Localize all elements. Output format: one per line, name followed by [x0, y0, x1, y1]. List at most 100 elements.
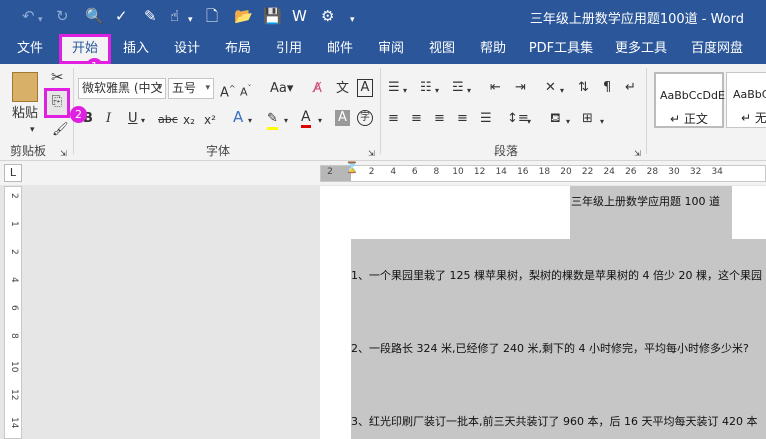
ruler-tick-label: 34	[711, 167, 723, 177]
word-icon[interactable]: W	[292, 7, 307, 25]
increase-indent-icon[interactable]: ⇥	[515, 80, 526, 96]
grow-font-icon[interactable]: A^	[220, 81, 236, 101]
line-spacing-dropdown-icon[interactable]: ▾	[527, 114, 531, 130]
chinese-layout-dropdown-icon[interactable]: ▾	[560, 83, 564, 99]
strikethrough-icon[interactable]: abc	[158, 112, 178, 128]
ruler-tick-label: 18	[538, 167, 551, 177]
align-right-icon[interactable]: ≡	[434, 111, 445, 127]
redo-icon[interactable]: ↻	[56, 7, 69, 25]
ruler-tick-label: 1	[9, 221, 19, 227]
font-launcher-icon[interactable]: ⇲	[368, 146, 375, 162]
ruler-tick-label: 30	[668, 167, 680, 177]
tab-references[interactable]: 引用	[269, 33, 309, 64]
borders-dropdown-icon[interactable]: ▾	[600, 114, 604, 130]
text-effects-dropdown-icon[interactable]: ▾	[248, 113, 252, 129]
tab-selector[interactable]: L	[4, 164, 22, 182]
touch-dropdown-icon[interactable]: ▾	[188, 11, 193, 29]
tab-layout[interactable]: 布局	[218, 33, 258, 64]
numbering-dropdown-icon[interactable]: ▾	[435, 83, 439, 99]
edit-icon[interactable]: ✎	[144, 7, 157, 25]
tab-view[interactable]: 视图	[422, 33, 462, 64]
line-spacing-icon[interactable]: ↕≡	[507, 111, 529, 127]
phonetic-guide-icon[interactable]: 文	[336, 81, 349, 97]
format-painter-icon[interactable]: 🖌	[52, 122, 69, 138]
tab-review[interactable]: 审阅	[371, 33, 411, 64]
font-name-select[interactable]: 微软雅黑 (中文 ▾	[78, 78, 166, 99]
tab-insert[interactable]: 插入	[116, 33, 156, 64]
print-preview-icon[interactable]: 🔍	[85, 7, 104, 25]
clipboard-launcher-icon[interactable]: ⇲	[60, 146, 67, 162]
numbering-icon[interactable]: ☷	[420, 80, 432, 96]
copy-icon: ⎘	[51, 94, 63, 109]
align-left-icon[interactable]: ≡	[388, 111, 399, 127]
font-group-label: 字体	[206, 144, 231, 158]
clear-formatting-icon[interactable]: A̸	[313, 81, 322, 97]
distributed-icon[interactable]: ☰	[480, 111, 492, 127]
spelling-icon[interactable]: ✓	[115, 7, 128, 25]
tab-design[interactable]: 设计	[167, 33, 207, 64]
italic-icon[interactable]: I	[106, 111, 111, 127]
tab-pdf-tools[interactable]: PDF工具集	[527, 33, 595, 64]
underline-icon[interactable]: U	[128, 111, 138, 127]
character-border-icon[interactable]: A	[357, 79, 373, 97]
subscript-icon[interactable]: x₂	[183, 112, 195, 128]
align-center-icon[interactable]: ≡	[411, 111, 422, 127]
line-break-icon[interactable]: ↵	[625, 80, 636, 96]
cut-icon[interactable]: ✂	[51, 69, 64, 85]
touch-mode-icon[interactable]: ☝	[170, 7, 179, 25]
ruler-tick-label: 2	[327, 167, 333, 177]
tab-home[interactable]: 开始	[59, 34, 111, 64]
chinese-layout-icon[interactable]: ✕	[545, 80, 556, 96]
ruler-tick-label: 32	[689, 167, 702, 177]
new-document-icon[interactable]: 🗋	[206, 7, 218, 25]
customize-icon[interactable]: ⚙	[321, 7, 334, 25]
highlight-icon[interactable]: ✎	[267, 111, 278, 130]
paste-label[interactable]: 粘贴	[12, 106, 38, 122]
paste-dropdown-icon[interactable]: ▾	[30, 122, 35, 138]
shading-icon[interactable]: ⛾	[550, 111, 561, 127]
shrink-font-icon[interactable]: Aˇ	[240, 81, 252, 101]
tab-baidu-netdisk[interactable]: 百度网盘	[686, 33, 748, 64]
paste-icon[interactable]	[12, 72, 38, 102]
indent-marker-icon[interactable]: ⌛	[345, 161, 359, 174]
decrease-indent-icon[interactable]: ⇤	[490, 80, 501, 96]
enclose-characters-icon[interactable]: 字	[357, 110, 373, 126]
quick-access-dropdown-icon[interactable]: ▾	[350, 11, 355, 29]
justify-icon[interactable]: ≡	[457, 111, 468, 127]
ruler-tick-label: 14	[495, 167, 507, 177]
tab-more-tools[interactable]: 更多工具	[610, 33, 672, 64]
copy-button[interactable]: ⎘	[44, 88, 70, 118]
paragraph-launcher-icon[interactable]: ⇲	[634, 146, 641, 162]
horizontal-ruler[interactable]: 2 2 4 6 8 10 12 14 16 18 20 22 24 26 28 30 32 34 ⌛	[320, 161, 766, 182]
undo-icon[interactable]: ↶	[22, 7, 35, 25]
bullets-icon[interactable]: ☰	[388, 80, 400, 96]
save-icon[interactable]: 💾	[263, 7, 282, 25]
font-name-value: 微软雅黑 (中文	[82, 81, 163, 95]
undo-dropdown-icon[interactable]: ▾	[38, 11, 43, 29]
vertical-ruler[interactable]: 2 1 2 4 6 8 10 12 14	[4, 186, 22, 439]
ruler-tick-label: 4	[390, 167, 397, 177]
style-normal[interactable]: AaBbCcDdE ↵ 正文	[654, 72, 725, 128]
borders-icon[interactable]: ⊞	[582, 111, 593, 127]
tab-help[interactable]: 帮助	[473, 33, 513, 64]
show-marks-icon[interactable]: ¶	[603, 80, 611, 96]
tab-mailings[interactable]: 邮件	[320, 33, 360, 64]
superscript-icon[interactable]: x²	[204, 112, 216, 128]
open-folder-icon[interactable]: 📂	[234, 7, 253, 25]
sort-icon[interactable]: ⇅	[578, 80, 589, 96]
text-effects-icon[interactable]: A	[233, 109, 243, 125]
tab-file[interactable]: 文件	[8, 33, 52, 64]
ruler-tick-label: 24	[603, 167, 615, 177]
multilevel-list-icon[interactable]: ☲	[452, 80, 464, 96]
shading-dropdown-icon[interactable]: ▾	[566, 114, 570, 130]
bullets-dropdown-icon[interactable]: ▾	[403, 83, 407, 99]
font-size-select[interactable]: 五号 ▾	[168, 78, 214, 99]
highlight-dropdown-icon[interactable]: ▾	[284, 113, 288, 129]
font-color-dropdown-icon[interactable]: ▾	[318, 113, 322, 129]
multilevel-dropdown-icon[interactable]: ▾	[467, 83, 471, 99]
font-color-icon[interactable]: A	[301, 109, 311, 128]
underline-dropdown-icon[interactable]: ▾	[141, 113, 145, 129]
character-shading-icon[interactable]: A	[335, 110, 350, 126]
style-no-spacing[interactable]: AaBbCcDdE ↵ 无间	[726, 72, 766, 128]
change-case-icon[interactable]: Aa▾	[270, 81, 293, 97]
